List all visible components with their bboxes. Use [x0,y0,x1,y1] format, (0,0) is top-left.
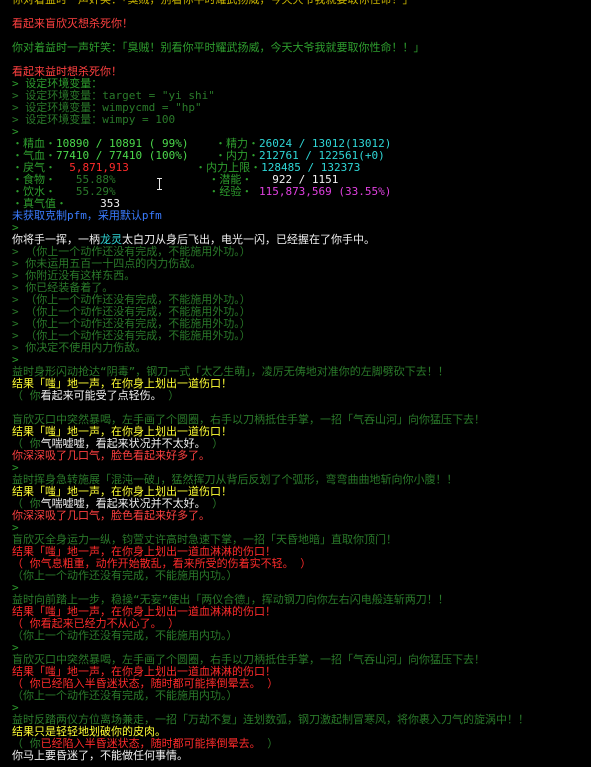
terminal-text-segment: 看起来可能受了点轻伤。 [40,389,162,402]
terminal-text-segment: （你上一个动作还没有完成，不能施用内功。） [12,629,238,642]
terminal-text-segment: 你对着益时一声奸笑：「臭贼，别看你平时耀武扬威，今天大爷我就要取你性命！」 [12,0,414,6]
terminal-text-segment: 看起来盲欣灭想杀死你！ [12,17,133,30]
terminal-text-segment: ） [161,389,180,402]
terminal-text-segment: 你深深吸了几口气，脸色看起来好多了。 [12,509,210,522]
terminal-text-segment: 你马上要昏迷了，不能做任何事情。 [12,749,188,762]
terminal-line: 你马上要昏迷了，不能做任何事情。 [12,750,188,762]
terminal-text-segment: > 你决定不使用内力伤敌。 [12,341,147,354]
terminal-text-segment: 未获取克制pfm，采用默认pfm [12,209,162,222]
terminal-text-segment: > 设定环境变量：wimpy = 100 [12,113,176,126]
terminal-line: （你上一个动作还没有完成，不能施用内功。） [12,690,238,702]
terminal-text-segment: 你对着益时一声奸笑：「臭贼！别看你平时耀武扬威，今天大爷我就要取你性命！！」 [12,41,425,54]
terminal-line: > 你决定不使用内力伤敌。 [12,342,146,354]
terminal-line: 看起来盲欣灭想杀死你！ [12,18,133,30]
terminal-text-segment: ・经验・ [115,185,253,198]
terminal-line: > 设定环境变量：wimpy = 100 [12,114,175,126]
terminal-text-segment: 115,873,569 (33.55%) [252,185,392,198]
terminal-text-segment: ） [260,737,279,750]
terminal-line: （ 你看起来可能受了点轻伤。 ） [12,390,179,402]
terminal-text-segment: 你深深吸了几口气，脸色看起来好多了。 [12,449,210,462]
terminal-line: （你上一个动作还没有完成，不能施用内功。） [12,570,238,582]
terminal-line: （你上一个动作还没有完成，不能施用内功。） [12,630,238,642]
terminal-text-segment: （你上一个动作还没有完成，不能施用内功。） [12,689,238,702]
terminal-line: 未获取克制pfm，采用默认pfm [12,210,162,222]
terminal-text-segment: （ 你 [12,389,41,402]
terminal-line: 你深深吸了几口气，脸色看起来好多了。 [12,510,210,522]
terminal-text-segment: （你上一个动作还没有完成，不能施用内功。） [12,569,238,582]
terminal-line: 你对着益时一声奸笑：「臭贼！别看你平时耀武扬威，今天大爷我就要取你性命！！」 [12,42,425,54]
terminal-output[interactable]: 你对着益时一声奸笑：「臭贼，别看你平时耀武扬威，今天大爷我就要取你性命！」看起来… [0,0,591,767]
text-cursor-icon [157,178,163,190]
terminal-line: 你对着益时一声奸笑：「臭贼，别看你平时耀武扬威，今天大爷我就要取你性命！」 [12,0,414,6]
terminal-line: 你深深吸了几口气，脸色看起来好多了。 [12,450,210,462]
